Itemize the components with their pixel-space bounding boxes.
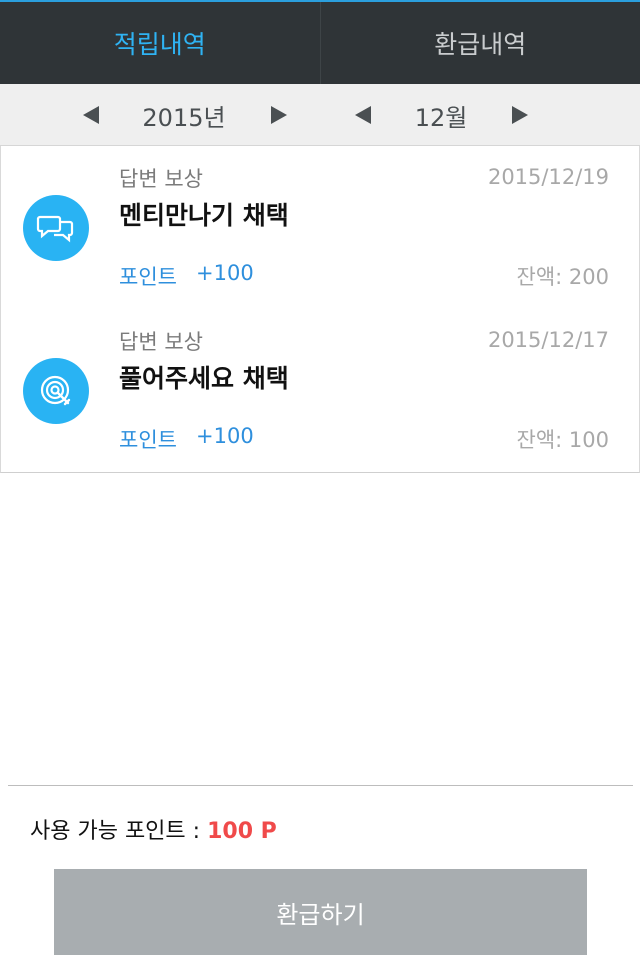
item-category: 답변 보상 [119, 330, 203, 354]
year-label: 2015년 [142, 104, 226, 132]
item-title: 멘티만나기 채택 [119, 201, 289, 230]
item-point-value: +100 [196, 424, 254, 448]
item-point-value: +100 [196, 261, 254, 285]
list-item[interactable]: 답변 보상 2015/12/19 멘티만나기 채택 포인트 +100 잔액: 2… [0, 146, 640, 310]
chat-bubbles-icon [23, 195, 89, 261]
item-point-label: 포인트 [119, 265, 177, 289]
item-date: 2015/12/17 [487, 328, 609, 352]
date-selector: 2015년 12월 [0, 84, 640, 146]
tab-refund-history[interactable]: 환급내역 [321, 2, 640, 84]
month-prev-arrow-icon[interactable] [355, 106, 371, 124]
app-screen: 적립내역 환급내역 2015년 12월 답변 보상 2015/12/19 멘티만… [0, 0, 640, 955]
available-points: 사용 가능 포인트 : 100 P [30, 813, 277, 845]
item-title: 풀어주세요 채택 [119, 364, 289, 393]
tab-earned-history[interactable]: 적립내역 [0, 2, 320, 84]
item-date: 2015/12/19 [487, 165, 609, 189]
footer-divider [8, 785, 633, 786]
list-item[interactable]: 답변 보상 2015/12/17 풀어주세요 채택 포인트 +100 잔액: 1… [0, 309, 640, 473]
target-icon [23, 358, 89, 424]
year-next-arrow-icon[interactable] [271, 106, 287, 124]
item-balance: 잔액: 100 [516, 428, 609, 452]
tab-bar: 적립내역 환급내역 [0, 0, 640, 84]
item-point-label: 포인트 [119, 428, 177, 452]
month-next-arrow-icon[interactable] [512, 106, 528, 124]
year-prev-arrow-icon[interactable] [83, 106, 99, 124]
month-label: 12월 [414, 104, 468, 132]
item-balance: 잔액: 200 [516, 265, 609, 289]
available-points-label: 사용 가능 포인트 : [30, 819, 208, 844]
refund-button[interactable]: 환급하기 [54, 869, 587, 955]
available-points-amount: 100 P [207, 819, 277, 844]
item-category: 답변 보상 [119, 167, 203, 191]
